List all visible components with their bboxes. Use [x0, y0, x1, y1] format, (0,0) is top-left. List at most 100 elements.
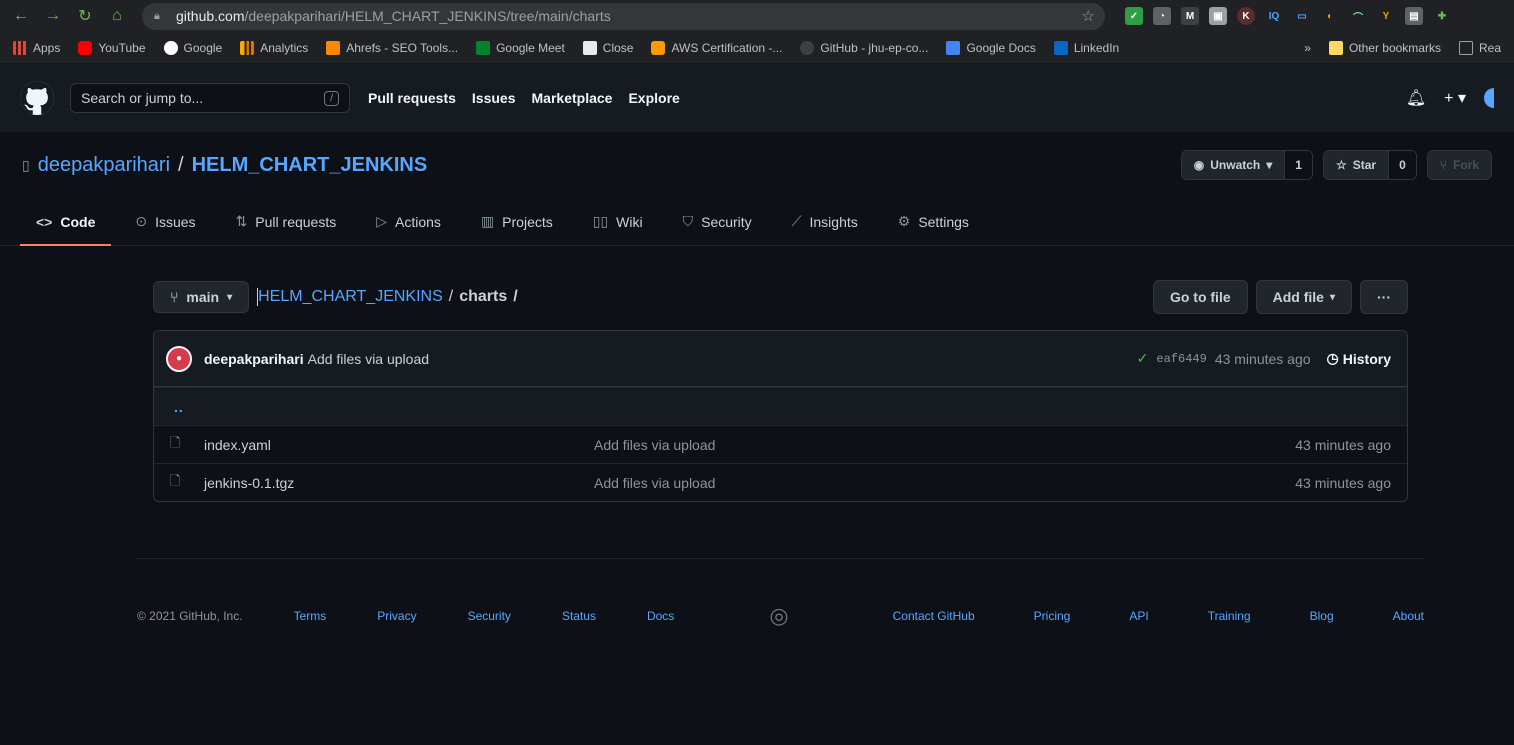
- branch-select-button[interactable]: ⑂ main ▾: [153, 281, 250, 313]
- breadcrumb-repo-link[interactable]: HELM_CHART_JENKINS: [257, 288, 443, 306]
- search-input[interactable]: Search or jump to... /: [70, 83, 350, 113]
- bookmark-label: Rea: [1478, 40, 1501, 55]
- chevron-down-icon: ▾: [1329, 291, 1335, 303]
- footer-link-pricing[interactable]: Pricing: [1034, 609, 1071, 623]
- bookmark-google-docs[interactable]: Google Docs: [937, 40, 1044, 55]
- github-mark-icon[interactable]: ◎: [769, 603, 788, 629]
- go-to-file-button[interactable]: Go to file: [1152, 280, 1248, 314]
- bookmark-apps[interactable]: Apps: [4, 40, 69, 55]
- address-bar[interactable]: 🔒︎ github.com/deepakparihari/HELM_CHART_…: [142, 2, 1105, 30]
- tab-pull-requests[interactable]: ⇅ Pull requests: [220, 198, 353, 245]
- bookmark-github[interactable]: GitHub - jhu-ep-co...: [791, 40, 937, 55]
- commit-sha-link[interactable]: eaf6449: [1156, 352, 1206, 366]
- tab-insights[interactable]: ⟋ Insights: [776, 198, 874, 245]
- orange-extension-icon[interactable]: ◐: [1321, 7, 1339, 25]
- footer-link-privacy[interactable]: Privacy: [377, 609, 416, 623]
- footer-link-blog[interactable]: Blog: [1310, 609, 1334, 623]
- tab-security[interactable]: ⛉ Security: [667, 198, 768, 245]
- nav-explore[interactable]: Explore: [628, 90, 679, 106]
- tab-settings[interactable]: ⚙ Settings: [882, 198, 985, 245]
- bookmark-label: Ahrefs - SEO Tools...: [346, 40, 459, 55]
- bookmark-label: Other bookmarks: [1348, 40, 1441, 55]
- watch-count[interactable]: 1: [1284, 151, 1312, 179]
- repo-title: ▯ deepakparihari / HELM_CHART_JENKINS: [22, 154, 427, 177]
- footer-link-status[interactable]: Status: [562, 609, 596, 623]
- k-extension-icon[interactable]: K: [1237, 7, 1255, 25]
- bookmark-aws[interactable]: AWS Certification -...: [642, 40, 791, 55]
- play-icon: ▷: [376, 213, 388, 229]
- box-extension-icon[interactable]: ▤: [1405, 7, 1423, 25]
- bookmarks-bar: Apps YouTube Google Analytics Ahrefs - S…: [0, 32, 1514, 64]
- tab-actions[interactable]: ▷ Actions: [360, 198, 457, 245]
- iq-extension-icon[interactable]: IQ: [1265, 7, 1283, 25]
- repo-actions: ◉ Unwatch ▾ 1 ☆ Star 0 ⑂ Fork: [1180, 150, 1492, 180]
- file-name-link[interactable]: index.yaml: [204, 437, 594, 453]
- nav-marketplace[interactable]: Marketplace: [532, 90, 613, 106]
- parent-directory-row[interactable]: ..: [154, 387, 1407, 425]
- nav-pull-requests[interactable]: Pull requests: [368, 90, 456, 106]
- tab-code[interactable]: <> Code: [20, 198, 112, 246]
- tracker-extension-icon[interactable]: ◔: [1153, 7, 1171, 25]
- bookmark-reading-list[interactable]: Rea: [1450, 40, 1510, 55]
- check-icon[interactable]: ✓: [1137, 350, 1149, 367]
- fork-button[interactable]: ⑂ Fork: [1427, 151, 1491, 179]
- footer-link-api[interactable]: API: [1129, 609, 1148, 623]
- file-commit-message-link[interactable]: Add files via upload: [594, 475, 1295, 491]
- extensions-bar: ✓ ◔ M ▣ K IQ ▭ ◐ ⌒ Y ▤ ✚: [1125, 7, 1451, 25]
- star-count[interactable]: 0: [1388, 151, 1416, 179]
- footer-link-about[interactable]: About: [1393, 609, 1424, 623]
- tab-issues[interactable]: ⊙ Issues: [119, 198, 211, 245]
- back-arrow-icon[interactable]: ←: [8, 3, 34, 29]
- repo-owner-link[interactable]: deepakparihari: [38, 154, 170, 177]
- github-logo-icon[interactable]: [20, 81, 54, 115]
- footer-link-contact[interactable]: Contact GitHub: [893, 609, 975, 623]
- repo-title-separator: /: [178, 153, 184, 176]
- nav-issues[interactable]: Issues: [472, 90, 516, 106]
- bookmark-close[interactable]: Close: [574, 40, 643, 55]
- avatar[interactable]: ●: [166, 345, 192, 372]
- bookmarks-overflow[interactable]: »: [1295, 41, 1320, 55]
- commit-author-link[interactable]: deepakparihari: [204, 351, 304, 367]
- bookmark-youtube[interactable]: YouTube: [69, 40, 154, 55]
- gmail-extension-icon[interactable]: M: [1181, 7, 1199, 25]
- footer-link-terms[interactable]: Terms: [294, 609, 327, 623]
- bookmark-google[interactable]: Google: [155, 40, 232, 55]
- notification-bell-icon[interactable]: 🔔︎: [1406, 88, 1426, 108]
- tab-wiki[interactable]: ▯▯ Wiki: [577, 198, 659, 245]
- star-button[interactable]: ☆ Star: [1323, 151, 1389, 179]
- create-new-plus-icon[interactable]: + ▾: [1444, 88, 1466, 108]
- home-icon[interactable]: ⌂: [104, 3, 130, 29]
- unwatch-button[interactable]: ◉ Unwatch ▾: [1181, 151, 1285, 179]
- reload-icon[interactable]: ↻: [72, 3, 98, 29]
- bookmark-google-meet[interactable]: Google Meet: [467, 40, 574, 55]
- bookmark-ahrefs[interactable]: Ahrefs - SEO Tools...: [317, 40, 467, 55]
- bookmark-label: Apps: [33, 40, 61, 55]
- screen-extension-icon[interactable]: ▭: [1293, 7, 1311, 25]
- avatar[interactable]: [1484, 88, 1494, 108]
- book-icon: ▯▯: [592, 213, 609, 229]
- bookmark-linkedin[interactable]: LinkedIn: [1045, 40, 1128, 55]
- history-link[interactable]: ◷ History: [1327, 350, 1391, 367]
- commit-message-link[interactable]: Add files via upload: [308, 351, 429, 367]
- bookmark-analytics[interactable]: Analytics: [231, 40, 317, 55]
- photo-extension-icon[interactable]: ▣: [1209, 7, 1227, 25]
- plant-extension-icon[interactable]: Y: [1377, 7, 1395, 25]
- footer-link-security[interactable]: Security: [468, 609, 511, 623]
- repo-name-link[interactable]: HELM_CHART_JENKINS: [192, 154, 428, 177]
- file-name-link[interactable]: jenkins-0.1.tgz: [204, 475, 594, 491]
- more-options-button[interactable]: ···: [1360, 280, 1408, 314]
- tab-label: Security: [701, 213, 752, 230]
- file-commit-message-link[interactable]: Add files via upload: [594, 437, 1295, 453]
- puzzle-extension-icon[interactable]: ✚: [1433, 7, 1451, 25]
- parent-directory-link[interactable]: ..: [174, 399, 184, 415]
- bookmark-label: AWS Certification -...: [671, 40, 783, 55]
- add-file-button[interactable]: Add file ▾: [1255, 280, 1352, 314]
- tab-projects[interactable]: ▥ Projects: [465, 198, 569, 245]
- shield-extension-icon[interactable]: ✓: [1125, 7, 1143, 25]
- wave-extension-icon[interactable]: ⌒: [1349, 7, 1367, 25]
- footer-link-docs[interactable]: Docs: [647, 609, 674, 623]
- bookmark-star-icon[interactable]: ☆: [1082, 7, 1095, 25]
- bookmark-other[interactable]: Other bookmarks: [1320, 40, 1450, 55]
- forward-arrow-icon[interactable]: →: [40, 3, 66, 29]
- footer-link-training[interactable]: Training: [1208, 609, 1251, 623]
